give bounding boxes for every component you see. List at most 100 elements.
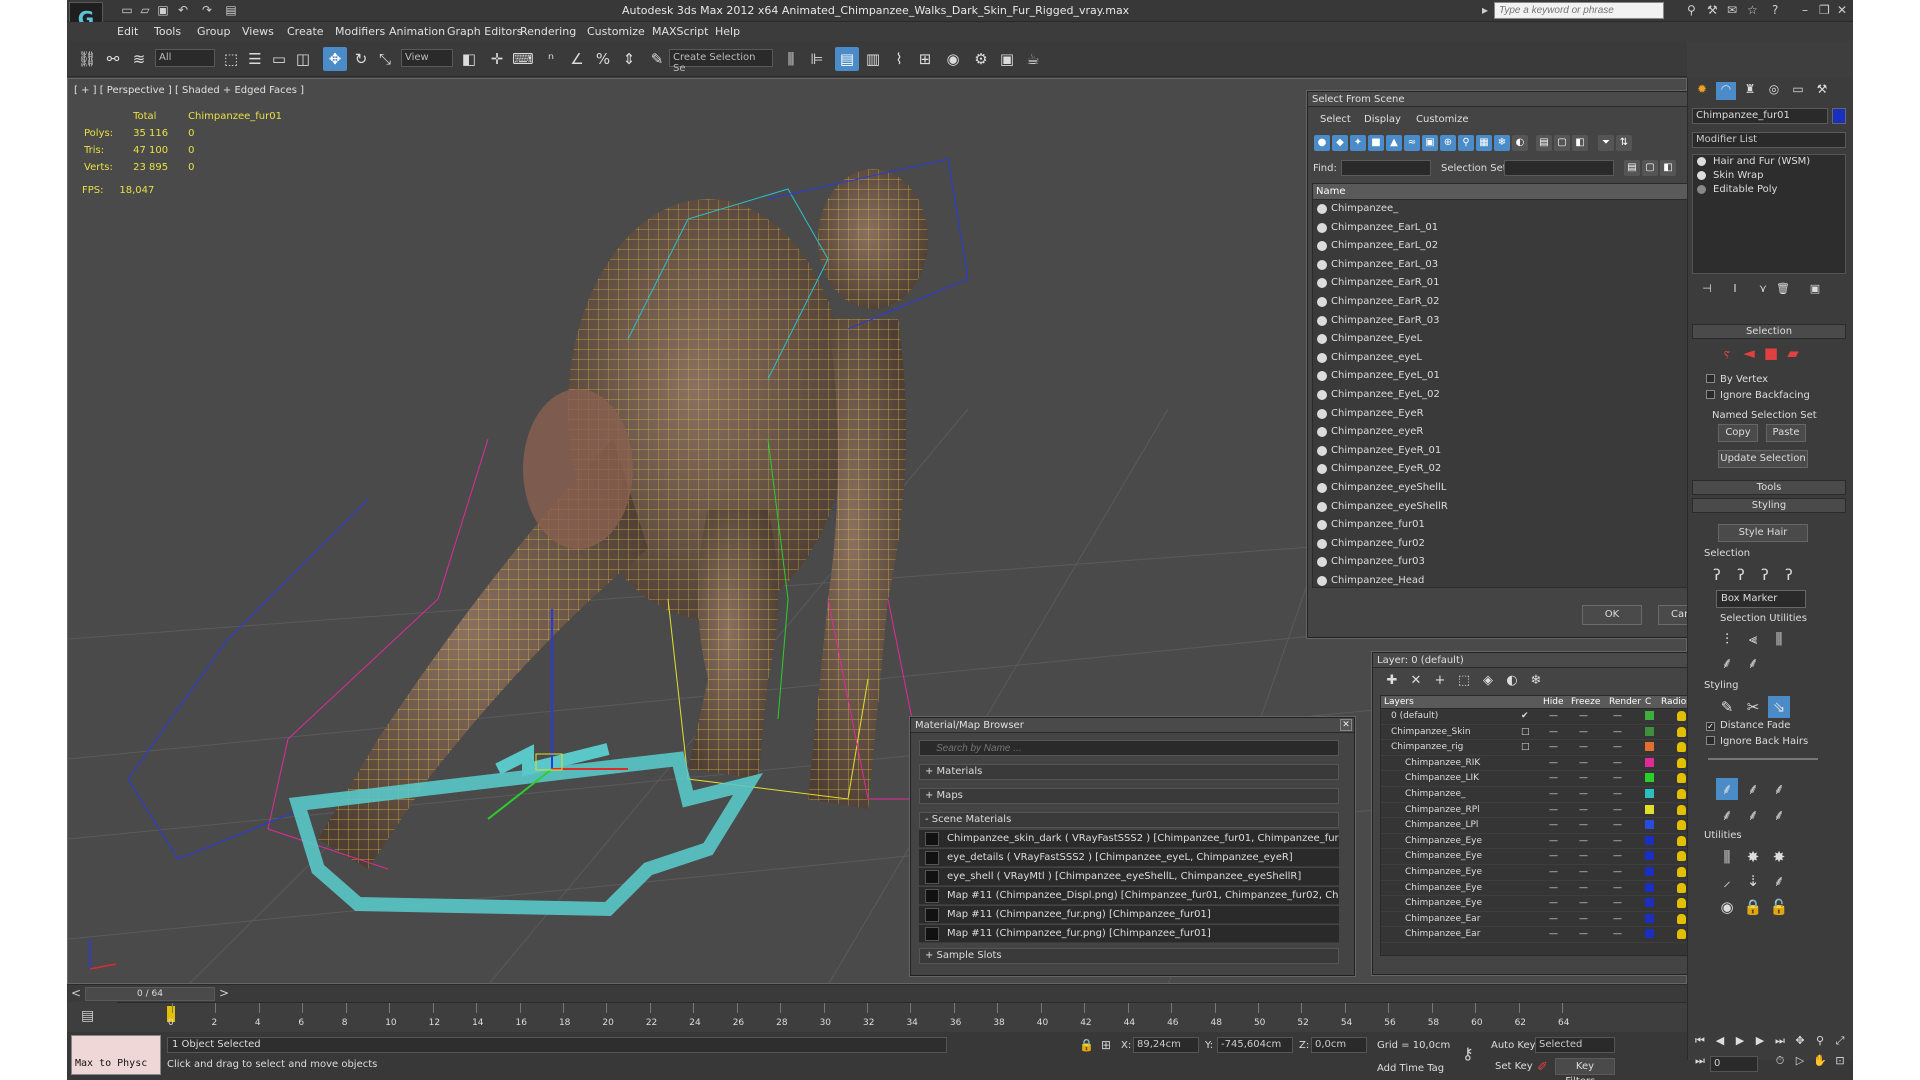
column-freeze[interactable]: Freeze: [1571, 697, 1600, 707]
distance-fade-checkbox[interactable]: ✓ Distance Fade: [1706, 720, 1790, 731]
reset-rest-icon[interactable]: ⇣: [1742, 870, 1764, 892]
percent-snap-icon[interactable]: %: [591, 47, 615, 71]
render-toggle-icon[interactable]: —: [1613, 742, 1622, 752]
display-containers-icon[interactable]: ▦: [1476, 135, 1492, 151]
scene-object-row[interactable]: Chimpanzee_eyeShellR: [1313, 498, 1717, 517]
select-none-icon[interactable]: ▢: [1642, 160, 1658, 176]
scene-material-row[interactable]: Chimpanzee_skin_dark ( VRayFastSSS2 ) [C…: [919, 830, 1339, 848]
schematic-view-icon[interactable]: ⊞: [913, 47, 937, 71]
radiosity-bulb-icon[interactable]: [1677, 835, 1686, 846]
scene-material-row[interactable]: eye_details ( VRayFastSSS2 ) [Chimpanzee…: [919, 849, 1339, 867]
undo-icon[interactable]: ↶: [175, 3, 191, 17]
delete-layer-icon[interactable]: ✕: [1407, 673, 1425, 688]
display-hidden-icon[interactable]: ◐: [1512, 135, 1528, 151]
redo-icon[interactable]: ↷: [199, 3, 215, 17]
display-spacewarps-icon[interactable]: ≈: [1404, 135, 1420, 151]
field-of-view-icon[interactable]: ▷: [1792, 1054, 1808, 1070]
menu-rendering[interactable]: Rendering: [520, 25, 576, 38]
set-key-button[interactable]: Set Key: [1495, 1061, 1533, 1072]
checkbox-icon[interactable]: ✓: [1706, 722, 1715, 731]
current-frame-input[interactable]: 0: [1710, 1056, 1758, 1072]
show-hidden-icon[interactable]: ⸙: [1742, 652, 1764, 674]
highlight-selected-layer-icon[interactable]: ◈: [1479, 673, 1497, 688]
window-crossing-icon[interactable]: ◫: [291, 47, 315, 71]
sfs-menu-display[interactable]: Display: [1364, 114, 1401, 125]
hair-cut-icon[interactable]: ✂: [1742, 696, 1764, 718]
layer-current-checkbox[interactable]: □: [1521, 742, 1530, 752]
sfs-menu-customize[interactable]: Customize: [1416, 114, 1469, 125]
scene-object-row[interactable]: Chimpanzee_EyeL: [1313, 330, 1717, 349]
hide-all-layers-icon[interactable]: ◐: [1503, 673, 1521, 688]
lightbulb-icon[interactable]: [1697, 157, 1706, 166]
layer-color-swatch[interactable]: [1645, 804, 1654, 814]
freeze-toggle-icon[interactable]: —: [1579, 773, 1588, 783]
layer-row[interactable]: Chimpanzee_LPl — — —: [1381, 818, 1713, 834]
render-toggle-icon[interactable]: —: [1613, 898, 1622, 908]
keyboard-shortcut-icon[interactable]: ⌨: [511, 47, 535, 71]
render-toggle-icon[interactable]: —: [1613, 851, 1622, 861]
select-by-name-icon[interactable]: ☰: [243, 47, 267, 71]
scene-object-row[interactable]: Chimpanzee_EarL_02: [1313, 237, 1717, 256]
recomb-icon[interactable]: ⸝: [1716, 870, 1738, 892]
save-file-icon[interactable]: ▣: [155, 3, 171, 17]
layer-manager-icon[interactable]: ▤: [835, 47, 859, 71]
reference-coord-dropdown[interactable]: View: [401, 49, 453, 67]
layer-color-swatch[interactable]: [1645, 929, 1654, 939]
column-hide[interactable]: Hide: [1543, 697, 1564, 707]
display-frozen-icon[interactable]: ❄: [1494, 135, 1510, 151]
tools-rollout[interactable]: Tools: [1692, 480, 1846, 495]
key-set-dropdown[interactable]: Selected: [1535, 1037, 1615, 1053]
hide-toggle-icon[interactable]: —: [1549, 773, 1558, 783]
radiosity-bulb-icon[interactable]: [1677, 788, 1686, 799]
render-production-icon[interactable]: ☕: [1021, 47, 1045, 71]
menu-edit[interactable]: Edit: [117, 25, 138, 38]
key-mode-icon[interactable]: ✐: [1537, 1060, 1548, 1075]
freeze-toggle-icon[interactable]: —: [1579, 789, 1588, 799]
display-bones-icon[interactable]: ⚲: [1458, 135, 1474, 151]
select-hair-ends-icon[interactable]: ʔ: [1706, 564, 1728, 586]
selection-filter-dropdown[interactable]: All: [155, 49, 215, 67]
checkbox-icon[interactable]: [1706, 374, 1715, 383]
object-color-swatch[interactable]: [1832, 108, 1846, 124]
scene-object-row[interactable]: Chimpanzee_EarL_03: [1313, 256, 1717, 275]
radiosity-bulb-icon[interactable]: [1677, 804, 1686, 815]
scene-material-row[interactable]: Map #11 (Chimpanzee_fur.png) [Chimpanzee…: [919, 906, 1339, 924]
ignore-back-hairs-checkbox[interactable]: Ignore Back Hairs: [1706, 736, 1808, 747]
restore-icon[interactable]: ❐: [1819, 3, 1830, 17]
stack-item[interactable]: Editable Poly: [1693, 183, 1845, 197]
scene-object-row[interactable]: Chimpanzee_fur01: [1313, 516, 1717, 535]
menu-create[interactable]: Create: [287, 25, 324, 38]
render-toggle-icon[interactable]: —: [1613, 789, 1622, 799]
display-none-icon[interactable]: ▢: [1554, 135, 1570, 151]
freeze-toggle-icon[interactable]: —: [1579, 929, 1588, 939]
layer-row[interactable]: Chimpanzee_rig □ — — —: [1381, 740, 1713, 756]
snaps-toggle-icon[interactable]: ⁿ: [539, 47, 563, 71]
configure-modifier-sets-icon[interactable]: ▣: [1804, 278, 1826, 300]
display-invert-icon[interactable]: ◧: [1572, 135, 1588, 151]
hide-toggle-icon[interactable]: —: [1549, 789, 1558, 799]
stack-item[interactable]: Hair and Fur (WSM): [1693, 155, 1845, 169]
select-object-icon[interactable]: ⬚: [219, 47, 243, 71]
play-icon[interactable]: ▶: [1732, 1034, 1748, 1050]
maxscript-listener[interactable]: Max to Physc: [71, 1035, 161, 1075]
select-all-icon[interactable]: ▤: [1624, 160, 1640, 176]
checkbox-icon[interactable]: [1706, 736, 1715, 745]
brush-size-slider[interactable]: [1708, 758, 1818, 760]
update-selection-button[interactable]: Update Selection: [1718, 450, 1808, 468]
menu-maxscript[interactable]: MAXScript: [652, 25, 708, 38]
radiosity-bulb-icon[interactable]: [1677, 757, 1686, 768]
key-filters-button[interactable]: Key Filters...: [1555, 1058, 1615, 1080]
layer-current-checkbox[interactable]: □: [1521, 727, 1530, 737]
hide-selected-icon[interactable]: ⸙: [1716, 652, 1738, 674]
scene-object-row[interactable]: Chimpanzee_EarR_02: [1313, 293, 1717, 312]
binoculars-icon[interactable]: ⚲: [1687, 3, 1696, 17]
layer-row[interactable]: Chimpanzee_Eye — — —: [1381, 881, 1713, 897]
prev-frame-icon[interactable]: <: [71, 986, 81, 1000]
radiosity-bulb-icon[interactable]: [1677, 726, 1686, 737]
scene-material-row[interactable]: eye_shell ( VRayMtl ) [Chimpanzee_eyeShe…: [919, 868, 1339, 886]
layer-row[interactable]: Chimpanzee_Eye — — —: [1381, 849, 1713, 865]
menu-animation[interactable]: Animation: [389, 25, 445, 38]
layer-color-swatch[interactable]: [1645, 835, 1654, 845]
clump-icon[interactable]: ⸙: [1716, 804, 1738, 826]
by-vertex-checkbox[interactable]: By Vertex: [1706, 374, 1768, 385]
